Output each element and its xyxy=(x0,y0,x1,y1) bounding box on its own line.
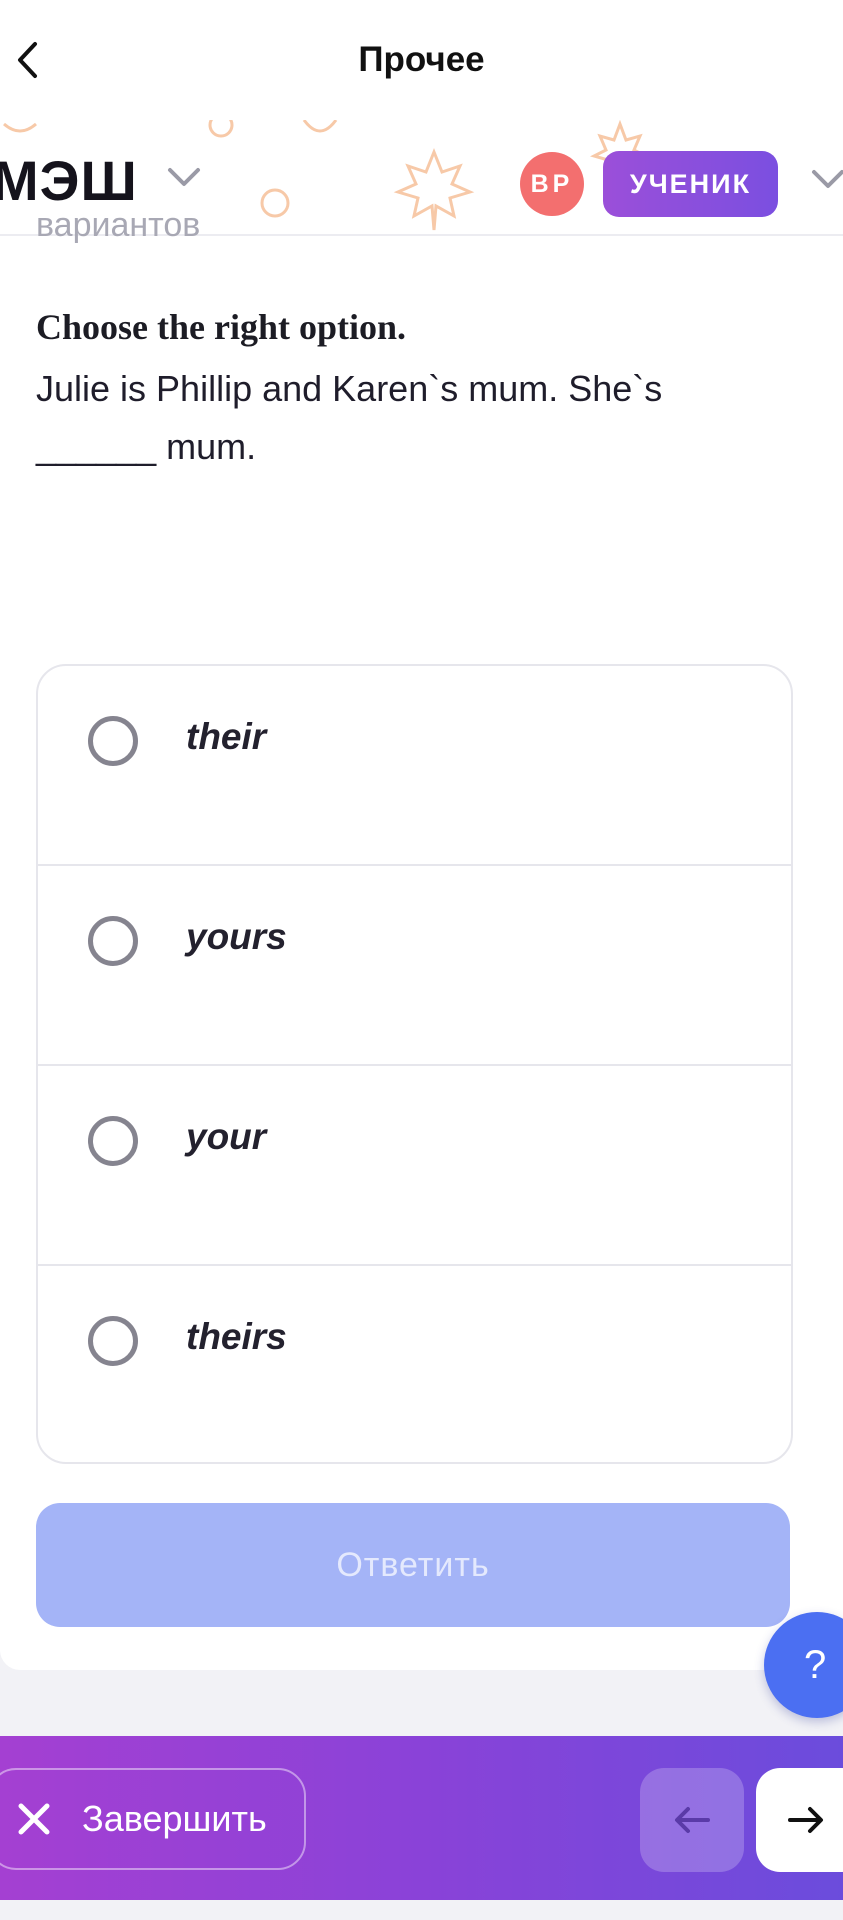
finish-label: Завершить xyxy=(82,1798,267,1839)
option-label: theirs xyxy=(186,1316,287,1357)
question-mark-icon: ? xyxy=(804,1642,827,1687)
question-subtitle: вариантов xyxy=(36,206,201,244)
role-badge[interactable]: УЧЕНИК xyxy=(603,151,778,217)
submit-answer-button[interactable]: Ответить xyxy=(36,1503,790,1627)
question-text-line: Julie is Phillip and Karen`s mum. She`s xyxy=(36,368,663,409)
page-title: Прочее xyxy=(358,40,485,79)
chevron-down-icon[interactable] xyxy=(166,166,202,188)
finish-button[interactable]: Завершить xyxy=(0,1768,306,1870)
previous-question-button[interactable] xyxy=(640,1768,744,1872)
arrow-right-icon xyxy=(788,1807,823,1833)
option-theirs[interactable]: theirs xyxy=(38,1266,791,1462)
avatar[interactable]: ВР xyxy=(520,152,584,216)
close-icon xyxy=(12,1797,56,1841)
question-text: Julie is Phillip and Karen`s mum. She`s … xyxy=(36,360,756,476)
option-yours[interactable]: yours xyxy=(38,866,791,1066)
radio-button[interactable] xyxy=(88,716,138,766)
option-their[interactable]: their xyxy=(38,666,791,866)
mesh-logo[interactable]: МЭШ xyxy=(0,148,138,213)
answer-options: their yours your theirs xyxy=(36,664,793,1464)
top-nav: Прочее xyxy=(0,0,843,120)
question-instruction: Choose the right option. xyxy=(36,307,407,347)
arrow-left-icon xyxy=(675,1807,710,1833)
radio-button[interactable] xyxy=(88,1316,138,1366)
bottom-strip xyxy=(0,1900,843,1920)
option-label: their xyxy=(186,716,267,757)
radio-button[interactable] xyxy=(88,1116,138,1166)
circle-decoration-icon xyxy=(208,120,234,138)
option-label: your xyxy=(186,1116,267,1157)
option-your[interactable]: your xyxy=(38,1066,791,1266)
next-question-button[interactable] xyxy=(756,1768,843,1872)
option-label: yours xyxy=(186,916,287,957)
bottom-bar: Завершить xyxy=(0,1736,843,1900)
swirl-decoration-icon xyxy=(302,120,338,133)
circle-decoration-icon xyxy=(260,188,290,218)
question-text-line: ______ mum. xyxy=(36,426,257,467)
chevron-down-icon[interactable] xyxy=(810,168,843,190)
radio-button[interactable] xyxy=(88,916,138,966)
swirl-decoration-icon xyxy=(3,122,37,133)
autumn-leaf-icon xyxy=(393,147,475,231)
